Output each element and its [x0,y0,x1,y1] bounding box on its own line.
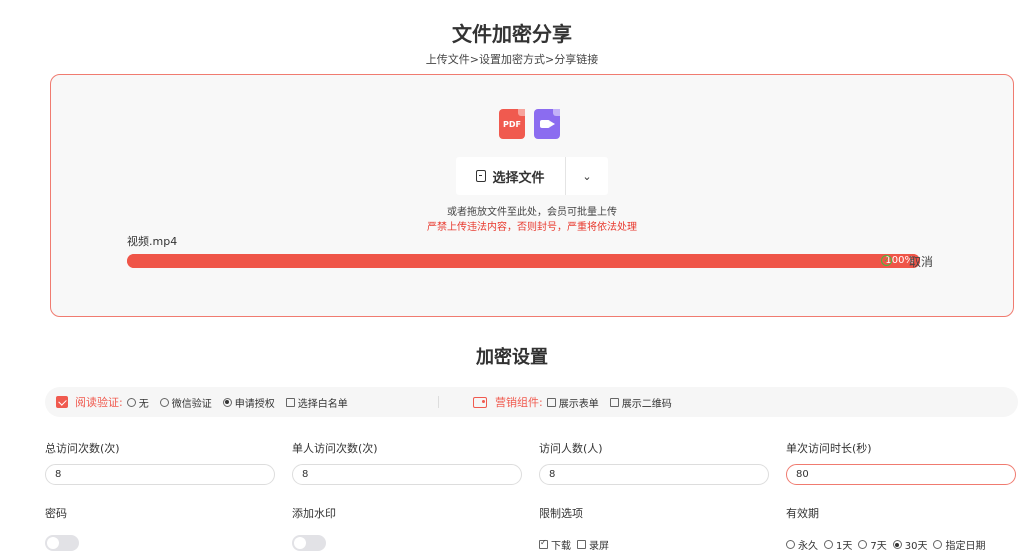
option-label: 无 [138,398,149,410]
progress-fill [127,254,920,268]
check-circle-icon: ✓ [881,255,892,266]
checkbox-icon [546,397,556,407]
validity-7days[interactable]: 7天 [858,537,887,552]
cancel-upload-button[interactable]: 取消 [909,253,933,270]
option-label: 7天 [870,541,887,552]
video-icon [534,109,560,139]
select-file-label: 选择文件 [492,170,545,186]
reading-option-wechat[interactable]: 微信验证 [159,395,212,410]
restriction-download[interactable]: 下载 [539,537,571,552]
password-label: 密码 [45,507,67,520]
total-visits-input[interactable] [45,464,275,485]
marketing-option-qrcode[interactable]: 展示二维码 [609,395,672,410]
option-label: 下载 [551,541,571,552]
option-label: 微信验证 [171,398,212,410]
option-label: 永久 [798,541,818,552]
reading-option-whitelist[interactable]: 选择白名单 [285,395,348,410]
validity-options: 永久 1天 7天 30天 指定日期 [786,537,985,552]
option-label: 展示二维码 [621,398,672,410]
radio-icon [858,540,868,549]
total-visits-label: 总访问次数(次) [45,442,120,455]
watermark-label: 添加水印 [292,507,336,520]
marketing-group: 营销组件: 展示表单 展示二维码 [473,387,683,417]
file-type-icons: PDF [499,109,560,139]
validity-forever[interactable]: 永久 [786,537,818,552]
verification-icon [56,396,68,408]
option-label: 展示表单 [558,398,599,410]
select-file-button[interactable]: 选择文件 [456,157,565,195]
option-label: 选择白名单 [297,398,348,410]
option-label: 1天 [836,541,853,552]
page-title: 文件加密分享 [452,22,572,46]
watermark-toggle[interactable] [292,535,326,551]
reading-verification-label: 阅读验证: [75,396,123,409]
option-label: 30天 [904,541,928,552]
checkbox-icon [609,397,619,407]
reading-verification-group: 阅读验证: 无 微信验证 申请授权 选择白名单 [56,387,359,417]
chevron-down-icon[interactable]: ⌄ [566,157,608,195]
single-visits-input[interactable] [292,464,522,485]
upload-dropzone[interactable]: PDF 选择文件 ⌄ 或者拖放文件至此处，会员可批量上传 严禁上传违法内容，否则… [50,74,1014,317]
breadcrumb-steps: 上传文件>设置加密方式>分享链接 [425,53,599,66]
encryption-settings-title: 加密设置 [476,347,548,368]
visitors-label: 访问人数(人) [539,442,603,455]
validity-label: 有效期 [786,507,819,520]
checkbox-icon [285,397,295,407]
single-visits-label: 单人访问次数(次) [292,442,378,455]
wallet-icon [473,396,487,408]
drop-hint: 或者拖放文件至此处，会员可批量上传 [447,207,617,218]
validity-30days[interactable]: 30天 [892,537,928,552]
pdf-icon: PDF [499,109,525,139]
radio-icon [159,397,169,407]
checkbox-checked-icon [539,538,548,549]
select-file-group: 选择文件 ⌄ [456,157,608,195]
separator [438,387,439,417]
reading-option-none[interactable]: 无 [126,395,149,410]
checkbox-icon [577,540,586,549]
option-label: 录屏 [589,541,609,552]
duration-label: 单次访问时长(秒) [786,442,872,455]
validity-1day[interactable]: 1天 [824,537,852,552]
radio-selected-icon [222,397,232,407]
option-label: 指定日期 [945,541,986,552]
radio-icon [933,540,943,549]
duration-input[interactable] [786,464,1016,485]
restriction-record[interactable]: 录屏 [577,537,609,552]
upload-warning: 严禁上传违法内容，否则封号，严重将依法处理 [427,222,637,233]
restrictions-options: 下载 录屏 [539,537,620,552]
visitors-input[interactable] [539,464,769,485]
uploaded-file-name: 视频.mp4 [127,235,178,248]
radio-icon [786,540,795,549]
validity-custom-date[interactable]: 指定日期 [933,537,985,552]
upload-progress-bar: 100% [127,254,920,268]
radio-selected-icon [892,540,902,549]
option-label: 申请授权 [234,398,275,410]
radio-icon [126,397,136,407]
radio-icon [824,540,833,549]
verification-options-bar: 阅读验证: 无 微信验证 申请授权 选择白名单 营销组件: 展示表单 展示二维码 [45,387,1018,417]
marketing-label: 营销组件: [495,396,543,409]
password-toggle[interactable] [45,535,79,551]
reading-option-apply[interactable]: 申请授权 [222,395,275,410]
restrictions-label: 限制选项 [539,507,583,520]
file-icon [476,170,487,182]
marketing-option-form[interactable]: 展示表单 [546,395,599,410]
